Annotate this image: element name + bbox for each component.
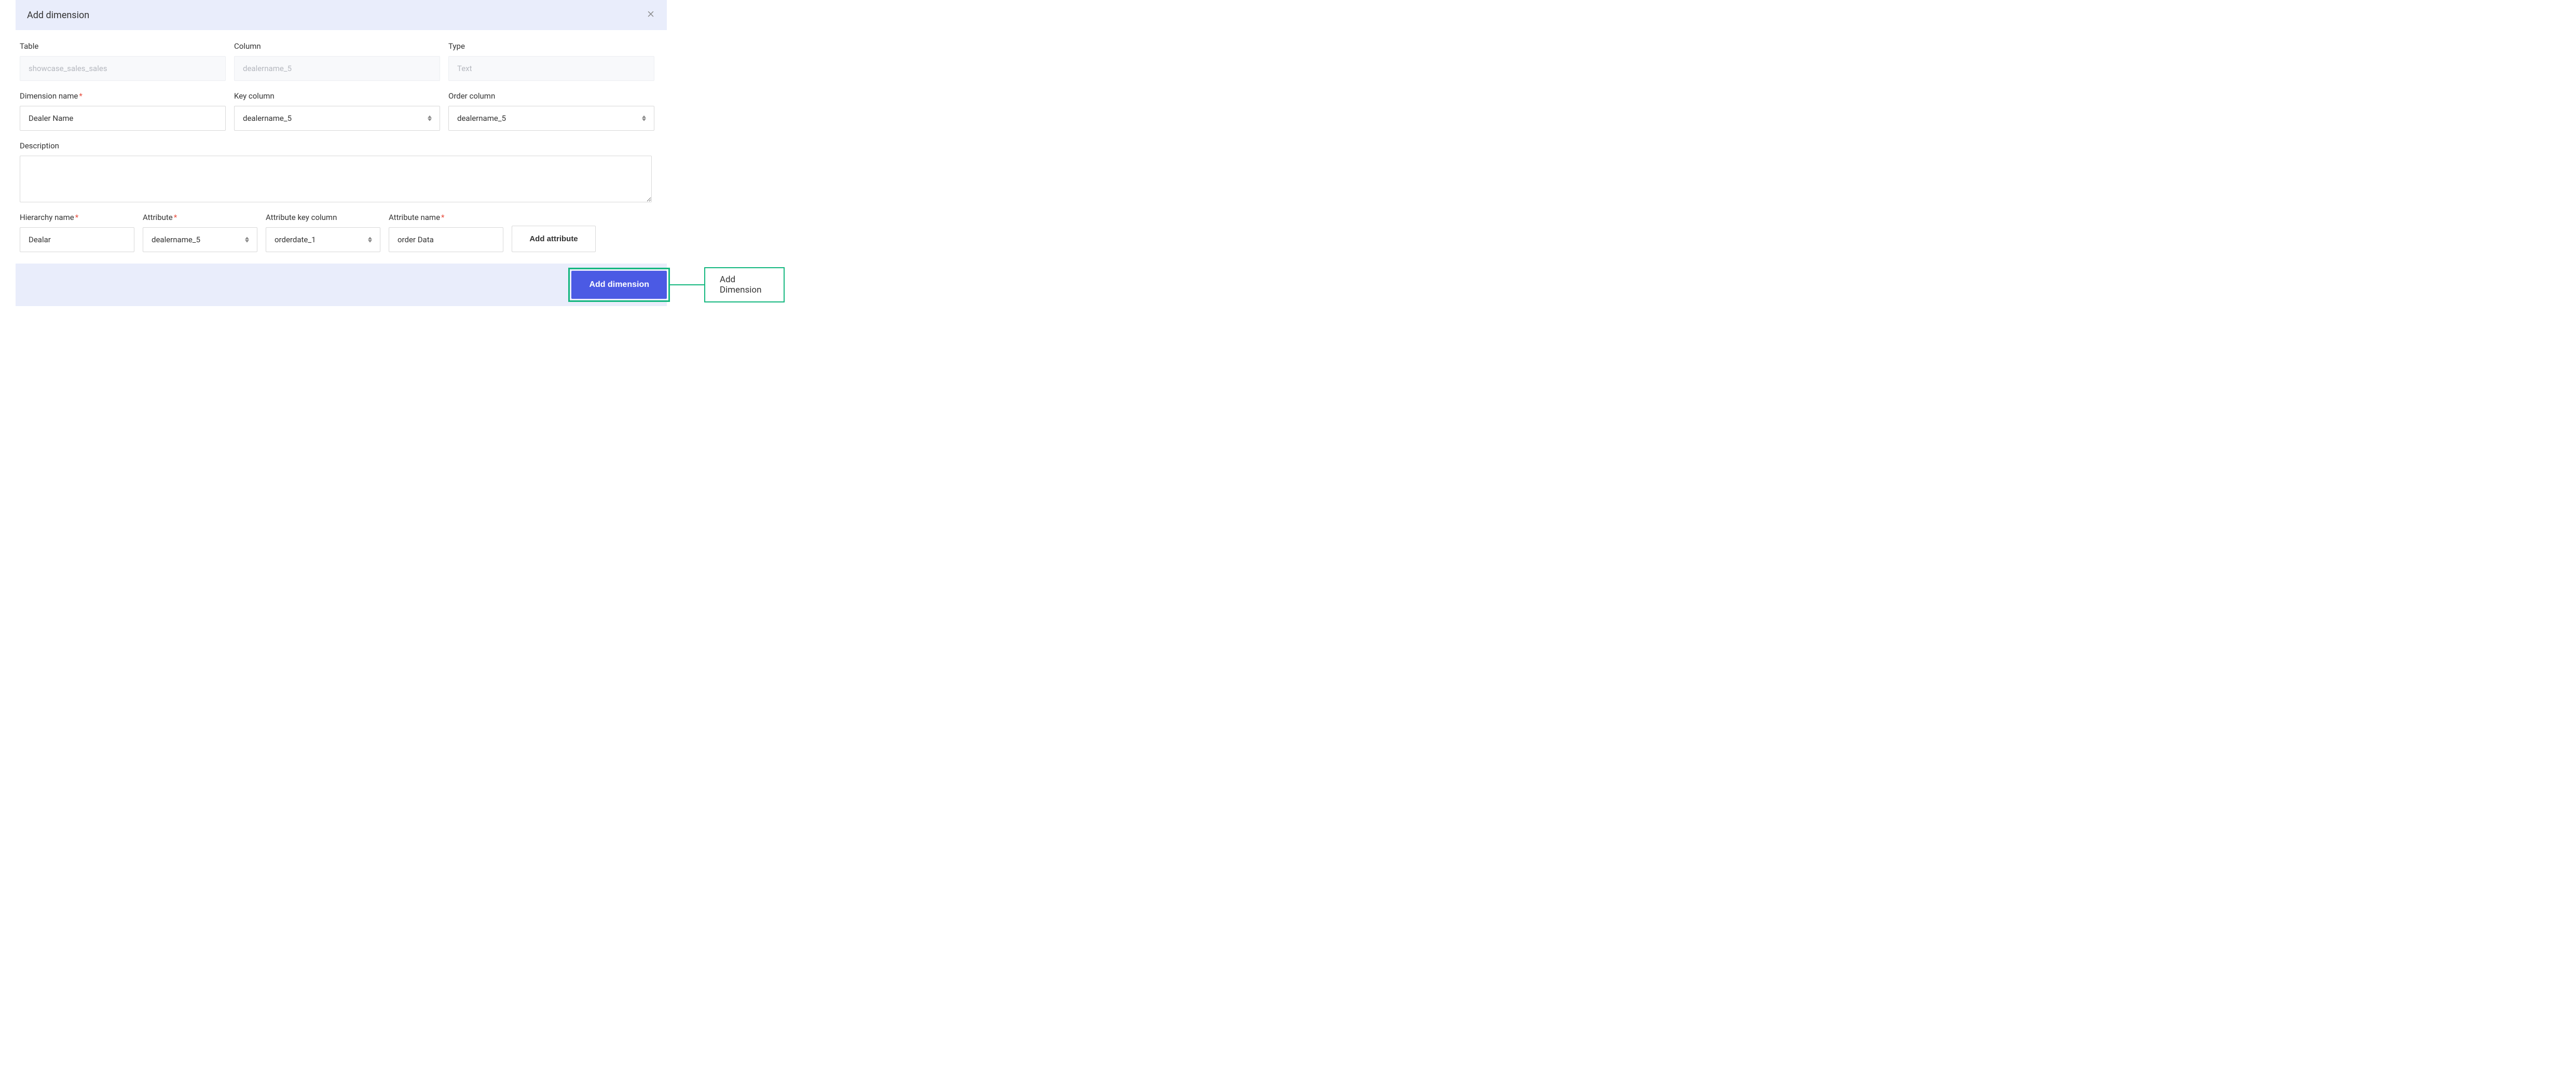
- select-order-column[interactable]: [448, 106, 654, 131]
- field-attribute: Attribute*: [143, 213, 257, 252]
- label-attribute: Attribute*: [143, 213, 257, 222]
- field-table: Table: [20, 42, 226, 81]
- label-column: Column: [234, 42, 440, 51]
- field-key-column: Key column: [234, 91, 440, 131]
- field-dimension-name: Dimension name*: [20, 91, 226, 131]
- required-asterisk: *: [441, 213, 444, 222]
- select-key-column[interactable]: [234, 106, 440, 131]
- label-hierarchy-name: Hierarchy name*: [20, 213, 134, 222]
- label-type: Type: [448, 42, 654, 51]
- label-table: Table: [20, 42, 226, 51]
- field-order-column: Order column: [448, 91, 654, 131]
- field-column: Column: [234, 42, 440, 81]
- dialog-header: Add dimension: [16, 0, 667, 30]
- input-table: [20, 56, 226, 81]
- label-key-column: Key column: [234, 91, 440, 101]
- input-attribute-name[interactable]: [389, 227, 503, 252]
- field-type: Type: [448, 42, 654, 81]
- field-hierarchy-name: Hierarchy name*: [20, 213, 134, 252]
- label-description: Description: [20, 141, 652, 150]
- row-readonly: Table Column Type: [20, 42, 663, 81]
- field-description: Description: [20, 141, 652, 202]
- label-order-column: Order column: [448, 91, 654, 101]
- row-description: Description: [20, 141, 663, 202]
- label-attribute-name: Attribute name*: [389, 213, 503, 222]
- input-column: [234, 56, 440, 81]
- callout: Add Dimension: [670, 267, 785, 302]
- label-dimension-name: Dimension name*: [20, 91, 226, 101]
- select-attribute[interactable]: [143, 227, 257, 252]
- select-attribute-key-column[interactable]: [266, 227, 380, 252]
- required-asterisk: *: [174, 213, 177, 222]
- close-icon[interactable]: [646, 9, 655, 21]
- row-dimension: Dimension name* Key column Order column: [20, 91, 663, 131]
- row-attributes: Hierarchy name* Attribute* Attribute key: [20, 213, 663, 252]
- add-dimension-dialog: Add dimension Table Column Type: [16, 0, 667, 306]
- callout-line: [670, 284, 704, 285]
- required-asterisk: *: [75, 213, 78, 222]
- input-dimension-name[interactable]: [20, 106, 226, 131]
- textarea-description[interactable]: [20, 156, 652, 202]
- label-attribute-key-column: Attribute key column: [266, 213, 380, 222]
- required-asterisk: *: [79, 91, 82, 101]
- dialog-footer: Add dimension Add Dimension: [16, 264, 667, 306]
- input-type: [448, 56, 654, 81]
- input-hierarchy-name[interactable]: [20, 227, 134, 252]
- field-attribute-key-column: Attribute key column: [266, 213, 380, 252]
- dialog-title: Add dimension: [27, 10, 89, 21]
- field-attribute-name: Attribute name*: [389, 213, 503, 252]
- add-dimension-button[interactable]: Add dimension: [571, 271, 667, 299]
- dialog-body: Table Column Type Dimension name* Key co: [16, 30, 667, 252]
- callout-label: Add Dimension: [704, 267, 785, 302]
- add-attribute-button[interactable]: Add attribute: [512, 226, 596, 252]
